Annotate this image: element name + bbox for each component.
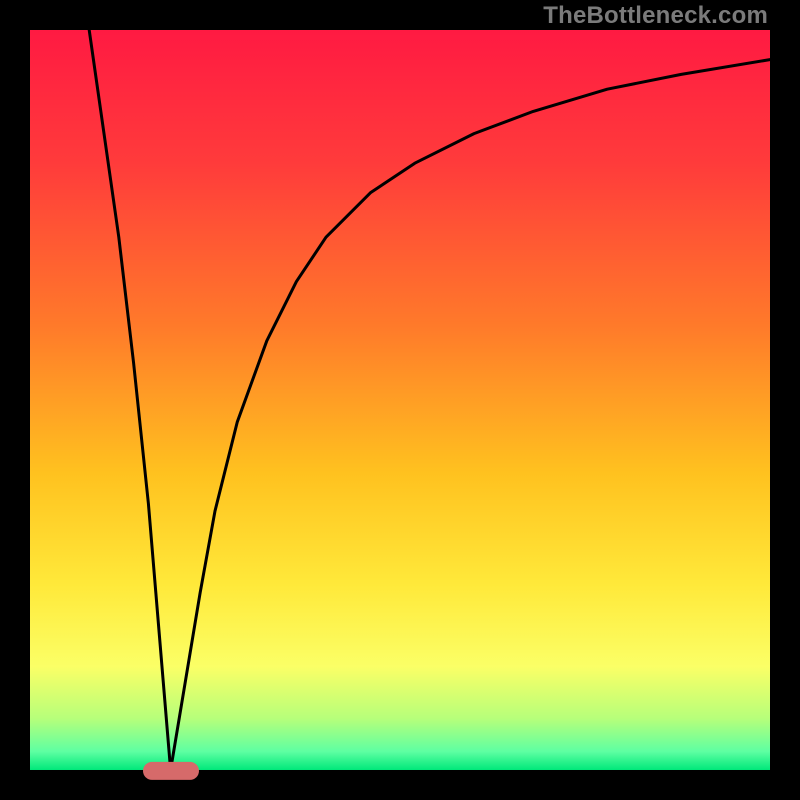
chart-svg xyxy=(30,30,770,770)
plot-area xyxy=(30,30,770,770)
watermark-text: TheBottleneck.com xyxy=(543,2,768,30)
outer-frame: TheBottleneck.com xyxy=(0,0,800,800)
gradient-background xyxy=(30,30,770,770)
